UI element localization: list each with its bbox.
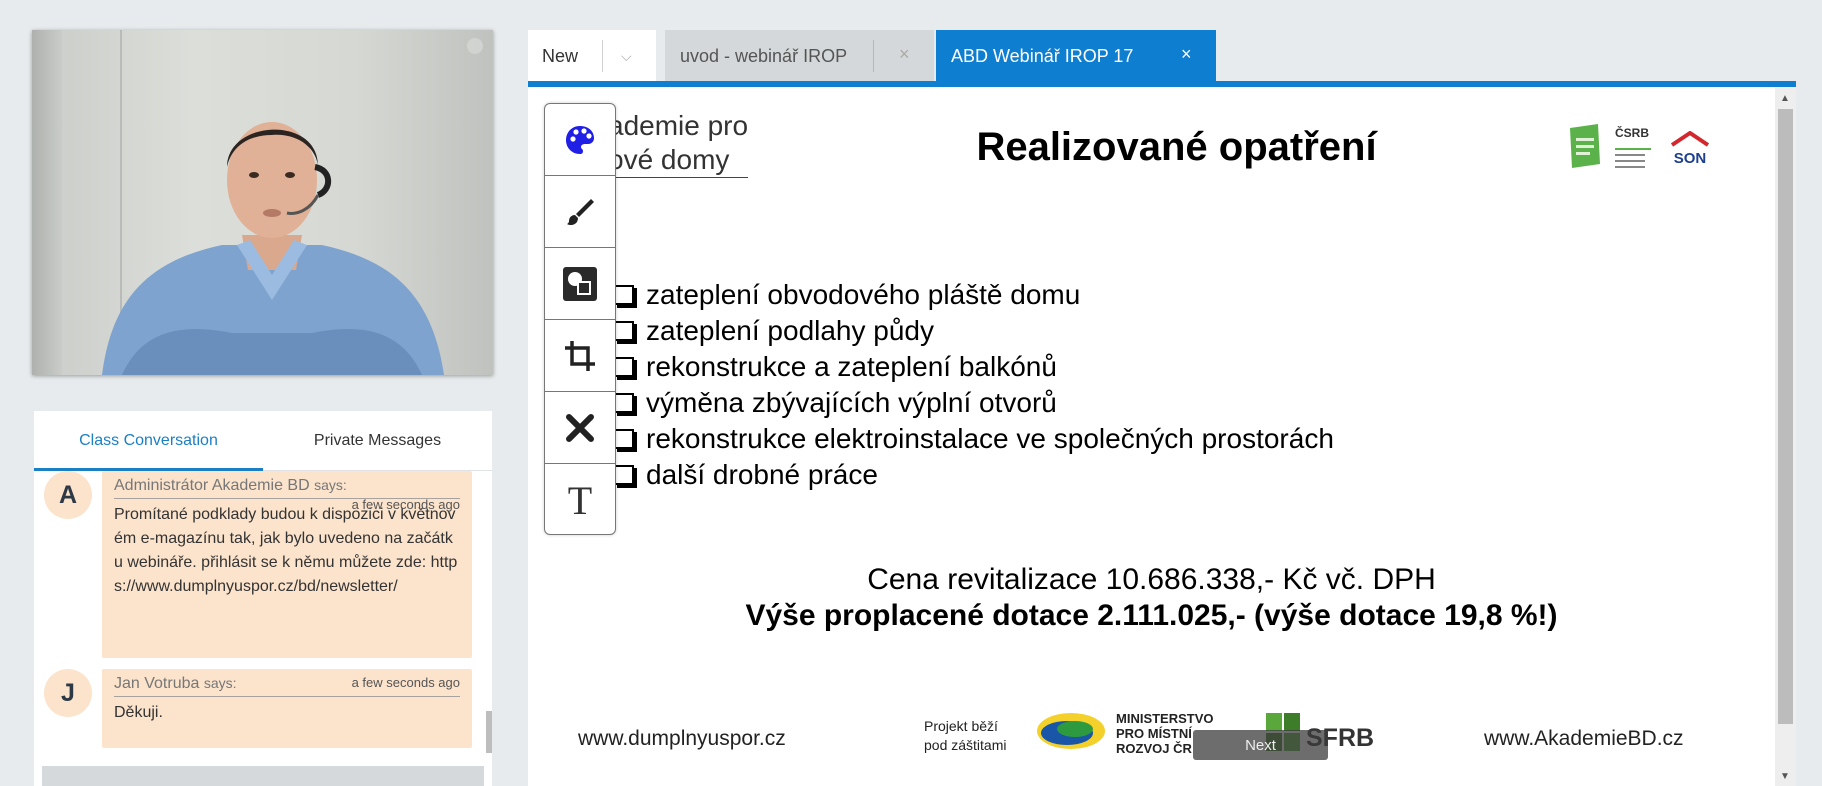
patronage-text: Projekt běží pod záštitami bbox=[924, 718, 1007, 753]
list-item: další drobné práce bbox=[614, 457, 1334, 493]
tab-uvod[interactable]: uvod - webinář IROP × bbox=[665, 30, 934, 82]
list-item: rekonstrukce a zateplení balkónů bbox=[614, 349, 1334, 385]
checkbox-bullet-icon bbox=[614, 357, 634, 377]
bullet-list: zateplení obvodového pláště domu zateple… bbox=[614, 277, 1334, 493]
checkbox-bullet-icon bbox=[614, 321, 634, 341]
list-item: zateplení obvodového pláště domu bbox=[614, 277, 1334, 313]
partner-logo-son: SON bbox=[1668, 130, 1712, 171]
close-tab-icon[interactable]: × bbox=[1181, 44, 1192, 65]
palette-icon bbox=[566, 125, 594, 154]
csrb-label: ČSRB bbox=[1615, 126, 1650, 140]
tab-new[interactable]: New ⌵ bbox=[528, 30, 656, 82]
list-item: výměna zbývajících výplní otvorů bbox=[614, 385, 1334, 421]
drawing-toolbar: T bbox=[544, 103, 616, 535]
chat-scrollbar[interactable] bbox=[486, 711, 492, 753]
brush-tool-button[interactable] bbox=[545, 176, 615, 248]
tab-abd-webinar[interactable]: ABD Webinář IROP 17 × bbox=[936, 30, 1216, 82]
avatar: A bbox=[44, 471, 92, 519]
footer-url-left: www.dumplnyuspor.cz bbox=[578, 727, 786, 750]
chat-input[interactable] bbox=[42, 766, 484, 786]
slide-scrollbar[interactable]: ▲ ▼ bbox=[1775, 87, 1796, 786]
chat-tabs: Class Conversation Private Messages bbox=[34, 411, 492, 471]
video-background bbox=[32, 30, 62, 375]
message-header: Jan Votruba says: a few seconds ago bbox=[114, 675, 460, 697]
partner-logo-csrb: ČSRB bbox=[1615, 124, 1657, 168]
tab-divider bbox=[873, 40, 874, 72]
price-text: Cena revitalizace 10.686.338,- Kč vč. DP… bbox=[867, 563, 1436, 596]
presenter-figure bbox=[102, 122, 444, 375]
list-item: zateplení podlahy půdy bbox=[614, 313, 1334, 349]
chat-panel: Class Conversation Private Messages A Ad… bbox=[34, 411, 492, 786]
scrollbar-thumb[interactable] bbox=[1778, 109, 1793, 724]
message-says: says: bbox=[314, 477, 347, 493]
list-item: rekonstrukce elektroinstalace ve společn… bbox=[614, 421, 1334, 457]
clear-tool-button[interactable] bbox=[545, 392, 615, 464]
message-author: Administrátor Akademie BD bbox=[114, 477, 310, 494]
message-time: a few seconds ago bbox=[351, 497, 460, 512]
tab-divider bbox=[602, 40, 603, 72]
subsidy-text: Výše proplacené dotace 2.111.025,- (výše… bbox=[745, 599, 1558, 632]
tab-abd-label: ABD Webinář IROP 17 bbox=[951, 45, 1134, 66]
scroll-up-icon[interactable]: ▲ bbox=[1780, 93, 1790, 104]
message-says: says: bbox=[203, 675, 237, 691]
checkbox-bullet-icon bbox=[614, 429, 634, 449]
text-tool-button[interactable]: T bbox=[545, 464, 615, 536]
shapes-tool-button[interactable] bbox=[545, 248, 615, 320]
partner-logo-green bbox=[1570, 124, 1600, 168]
tab-private-messages[interactable]: Private Messages bbox=[263, 411, 492, 470]
message-bubble: Administrátor Akademie BD says: a few se… bbox=[102, 471, 472, 658]
message-bubble: Jan Votruba says: a few seconds ago Děku… bbox=[102, 669, 472, 748]
message-text: Děkuji. bbox=[114, 704, 163, 721]
footer-url-right: www.AkademieBD.cz bbox=[1484, 727, 1684, 750]
message-text: Promítané podklady budou k dispozici v k… bbox=[114, 506, 458, 595]
brush-icon bbox=[567, 198, 594, 225]
presentation-slide: ademie pro ové domy Realizované opatření… bbox=[528, 87, 1775, 786]
mmr-logo-icon bbox=[1037, 713, 1105, 749]
palette-tool-button[interactable] bbox=[545, 104, 615, 176]
chevron-down-icon[interactable]: ⌵ bbox=[621, 48, 632, 65]
message-time: a few seconds ago bbox=[351, 675, 460, 690]
message-header: Administrátor Akademie BD says: a few se… bbox=[114, 477, 460, 512]
message-author: Jan Votruba bbox=[114, 675, 200, 692]
tab-uvod-label: uvod - webinář IROP bbox=[680, 45, 848, 66]
checkbox-bullet-icon bbox=[614, 393, 634, 413]
text-icon: T bbox=[567, 477, 593, 523]
checkbox-bullet-icon bbox=[614, 285, 634, 305]
tab-new-label: New bbox=[542, 45, 579, 66]
video-close-icon[interactable] bbox=[467, 38, 483, 54]
scroll-down-icon[interactable]: ▼ bbox=[1780, 771, 1790, 782]
checkbox-bullet-icon bbox=[614, 465, 634, 485]
close-tab-icon[interactable]: × bbox=[899, 44, 910, 65]
close-icon bbox=[566, 413, 594, 442]
next-slide-button[interactable]: Next bbox=[1193, 730, 1328, 760]
crop-tool-button[interactable] bbox=[545, 320, 615, 392]
shapes-icon bbox=[563, 266, 597, 301]
crop-icon bbox=[565, 340, 595, 371]
webcam-video bbox=[32, 30, 493, 375]
tab-class-conversation[interactable]: Class Conversation bbox=[34, 411, 263, 471]
son-label: SON bbox=[1673, 150, 1707, 167]
son-roof-icon bbox=[1670, 130, 1710, 147]
avatar: J bbox=[44, 669, 92, 717]
